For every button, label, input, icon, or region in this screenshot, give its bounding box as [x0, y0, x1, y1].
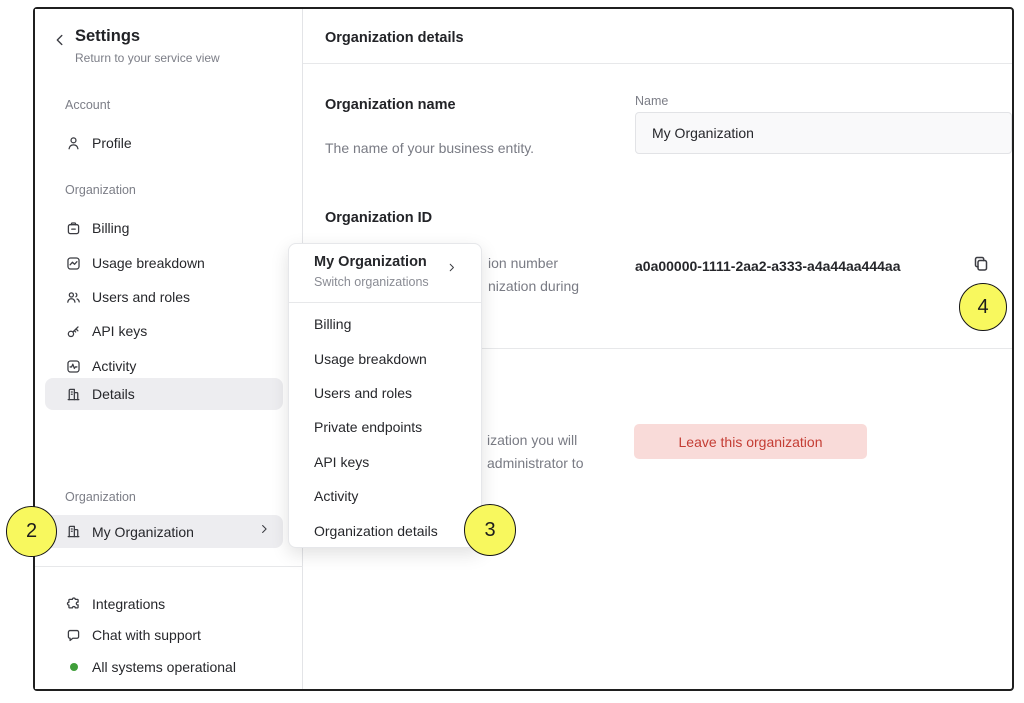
sidebar-item-usage-breakdown[interactable]: Usage breakdown — [45, 247, 283, 279]
sidebar-item-my-organization[interactable]: My Organization — [45, 515, 283, 548]
section-label-organization: Organization — [65, 183, 136, 197]
sidebar-item-label: API keys — [92, 323, 147, 339]
sidebar-divider — [35, 566, 303, 567]
sidebar-item-chat-support[interactable]: Chat with support — [45, 619, 283, 651]
org-id-description: ion number nization during — [488, 252, 579, 298]
sidebar-item-label: Chat with support — [92, 627, 201, 643]
sidebar-item-label: All systems operational — [92, 659, 236, 675]
settings-sidebar: Settings Return to your service view Acc… — [35, 9, 303, 689]
name-field-label: Name — [635, 94, 668, 108]
org-id-title: Organization ID — [325, 210, 432, 226]
sidebar-item-integrations[interactable]: Integrations — [45, 588, 283, 620]
sidebar-item-label: Billing — [92, 220, 129, 236]
sidebar-item-details[interactable]: Details — [45, 378, 283, 410]
chevron-right-icon — [445, 261, 458, 279]
sidebar-item-label: Usage breakdown — [92, 255, 205, 271]
sidebar-item-users-and-roles[interactable]: Users and roles — [45, 281, 283, 313]
org-id-value: a0a00000-1111-2aa2-a333-a4a44aa444aa — [635, 258, 901, 274]
billing-icon — [65, 219, 83, 237]
building-icon — [65, 523, 83, 541]
sidebar-item-api-keys[interactable]: API keys — [45, 315, 283, 347]
chat-icon — [65, 626, 83, 644]
dropdown-item-usage-breakdown[interactable]: Usage breakdown — [289, 344, 481, 374]
dropdown-item-api-keys[interactable]: API keys — [289, 447, 481, 477]
organization-dropdown-menu: My Organization Switch organizations Bil… — [288, 243, 482, 548]
org-id-description-line2: nization during — [488, 278, 579, 294]
sidebar-item-status[interactable]: All systems operational — [45, 651, 283, 683]
sidebar-item-label: Integrations — [92, 596, 165, 612]
users-icon — [65, 288, 83, 306]
dropdown-item-billing[interactable]: Billing — [289, 309, 481, 339]
sidebar-item-profile[interactable]: Profile — [45, 127, 283, 159]
dropdown-divider — [289, 302, 481, 303]
org-name-input[interactable] — [635, 112, 1012, 154]
dropdown-item-users-and-roles[interactable]: Users and roles — [289, 378, 481, 408]
sidebar-title: Settings — [75, 27, 140, 46]
org-id-description-line1: ion number — [488, 255, 558, 271]
dropdown-item-private-endpoints[interactable]: Private endpoints — [289, 412, 481, 442]
copy-button[interactable] — [971, 254, 993, 276]
page-title: Organization details — [325, 30, 464, 46]
usage-icon — [65, 254, 83, 272]
leave-description: ization you will administrator to — [487, 429, 583, 475]
activity-icon — [65, 357, 83, 375]
status-dot — [70, 663, 78, 671]
dropdown-item-organization-details[interactable]: Organization details — [289, 516, 481, 546]
annotation-badge-4: 4 — [959, 283, 1007, 331]
section-label-organization-2: Organization — [65, 490, 136, 504]
annotation-badge-3: 3 — [464, 504, 516, 556]
profile-icon — [65, 134, 83, 152]
chevron-right-icon — [257, 522, 271, 541]
sidebar-item-label: Details — [92, 386, 135, 402]
dropdown-title[interactable]: My Organization — [314, 254, 427, 270]
dropdown-subtitle: Switch organizations — [314, 275, 429, 289]
org-name-title: Organization name — [325, 97, 456, 113]
dropdown-item-activity[interactable]: Activity — [289, 481, 481, 511]
copy-icon — [971, 254, 991, 274]
details-icon — [65, 385, 83, 403]
org-name-description: The name of your business entity. — [325, 137, 534, 160]
back-button[interactable] — [51, 31, 69, 49]
annotation-badge-2: 2 — [6, 506, 57, 557]
screenshot-page: Settings Return to your service view Acc… — [0, 0, 1024, 703]
header-divider — [303, 63, 1012, 64]
section-label-account: Account — [65, 98, 110, 112]
leave-description-line2: administrator to — [487, 455, 583, 471]
sidebar-item-label: Profile — [92, 135, 132, 151]
sidebar-item-label: My Organization — [92, 524, 194, 540]
leave-organization-button[interactable]: Leave this organization — [634, 424, 867, 459]
sidebar-subtitle: Return to your service view — [75, 51, 220, 65]
api-keys-icon — [65, 322, 83, 340]
sidebar-item-label: Activity — [92, 358, 136, 374]
sidebar-item-label: Users and roles — [92, 289, 190, 305]
window-frame: Settings Return to your service view Acc… — [33, 7, 1014, 691]
chevron-left-icon — [51, 31, 69, 49]
puzzle-icon — [65, 595, 83, 613]
leave-description-line1: ization you will — [487, 432, 577, 448]
sidebar-item-billing[interactable]: Billing — [45, 212, 283, 244]
